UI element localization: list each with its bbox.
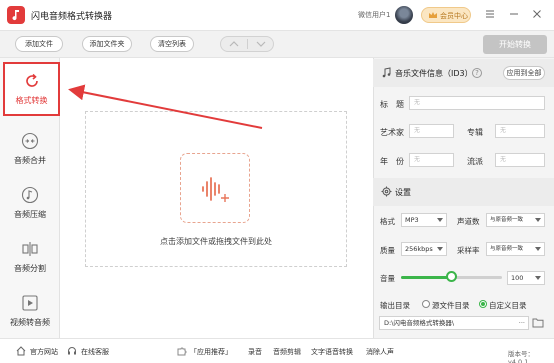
vocal-remove-link[interactable]: 消除人声 (366, 347, 394, 357)
reorder-buttons (220, 36, 274, 52)
puzzle-icon (177, 347, 187, 356)
output-path-field[interactable]: D:\闪电音频格式转换器\ ··· (379, 316, 529, 330)
chevron-down-icon (535, 218, 541, 222)
genre-label: 流派 (467, 157, 483, 166)
avatar[interactable] (395, 6, 413, 24)
move-down-button[interactable] (248, 37, 274, 51)
volume-slider-thumb[interactable] (446, 271, 457, 282)
sidebar-item-label: 格式转换 (15, 96, 48, 105)
channel-value: 与原音频一致 (490, 217, 524, 223)
chevron-down-icon (437, 218, 443, 222)
menu-icon[interactable] (484, 8, 496, 20)
vip-center-button[interactable]: 会员中心 (421, 7, 471, 23)
title-bar: 闪电音频格式转换器 微信用户1 会员中心 (0, 0, 554, 30)
crown-icon (429, 12, 437, 18)
sidebar-item-label: 音频合并 (14, 156, 46, 165)
channel-select[interactable]: 与原音频一致 (486, 213, 545, 227)
volume-value: 100 (511, 274, 524, 282)
folder-icon[interactable] (532, 317, 544, 328)
sidebar-item-label: 音频分割 (14, 264, 46, 273)
settings-section-header: 设置 (373, 178, 554, 206)
format-value: MP3 (405, 216, 419, 224)
add-audio-file-icon[interactable] (180, 153, 250, 223)
id3-section-title: 音乐文件信息（ID3） (395, 69, 473, 78)
sidebar-item-label: 音频压缩 (14, 210, 46, 219)
version-label: 版本号：v4.0.1 (508, 350, 534, 363)
genre-field[interactable]: 无 (495, 153, 545, 167)
format-select[interactable]: MP3 (401, 213, 447, 227)
minimize-icon[interactable] (508, 8, 520, 20)
split-icon (22, 242, 38, 256)
refresh-icon (26, 73, 38, 87)
add-folder-button[interactable]: 添加文件夹 (82, 36, 132, 52)
clear-list-button[interactable]: 清空列表 (150, 36, 194, 52)
settings-section-title: 设置 (395, 188, 411, 197)
home-icon (16, 346, 26, 356)
app-recommend-label: 「应用推荐」 (190, 348, 232, 356)
source-dir-label[interactable]: 源文件目录 (432, 300, 470, 311)
quality-label: 质量 (380, 246, 395, 255)
chevron-up-icon (229, 41, 239, 47)
custom-dir-label[interactable]: 自定义目录 (489, 300, 527, 311)
title-field[interactable]: 无 (409, 96, 545, 110)
output-path-value: D:\闪电音频格式转换器\ (384, 319, 455, 327)
format-label: 格式 (380, 217, 395, 226)
status-bar: 官方网站 在线客服 「应用推荐」 录音 音频剪辑 文字语音转换 消除人声 版本号… (0, 338, 554, 363)
merge-icon (21, 132, 39, 150)
video-play-icon (22, 295, 38, 311)
official-website-link[interactable]: 官方网站 (30, 347, 58, 357)
toolbar: 添加文件 添加文件夹 清空列表 开始转换 (0, 30, 554, 58)
quality-value: 256kbps (405, 245, 433, 253)
custom-dir-radio[interactable] (479, 300, 487, 308)
user-name[interactable]: 微信用户1 (358, 10, 390, 20)
output-dir-label: 输出目录 (380, 301, 410, 310)
move-up-button[interactable] (221, 37, 247, 51)
year-label: 年 份 (380, 157, 404, 166)
sample-rate-label: 采样率 (457, 246, 480, 255)
add-file-button[interactable]: 添加文件 (15, 36, 63, 52)
sample-rate-value: 与原音频一致 (490, 246, 524, 252)
gear-icon (381, 186, 392, 197)
sample-rate-select[interactable]: 与原音频一致 (486, 242, 545, 256)
sidebar-item-label: 视频转音频 (10, 318, 50, 327)
sidebar-item-video-to-audio[interactable]: 视频转音频 (0, 284, 60, 338)
chevron-down-icon (437, 247, 443, 251)
headset-icon (68, 347, 76, 355)
volume-label: 音量 (380, 274, 395, 283)
artist-field[interactable]: 无 (409, 124, 454, 138)
sidebar: 格式转换 音频合并 音频压缩 音频分割 视频转音频 (0, 58, 60, 338)
quality-select[interactable]: 256kbps (401, 242, 447, 256)
vip-center-label: 会员中心 (440, 12, 468, 20)
record-link[interactable]: 录音 (248, 347, 262, 357)
volume-select[interactable]: 100 (507, 271, 545, 285)
online-support-link[interactable]: 在线客服 (81, 347, 109, 357)
app-title: 闪电音频格式转换器 (31, 12, 113, 22)
help-icon[interactable]: ? (472, 68, 482, 78)
app-logo-icon (7, 6, 25, 24)
start-convert-button[interactable]: 开始转换 (483, 35, 547, 54)
music-note-icon (382, 67, 391, 78)
drop-hint: 点击添加文件或拖拽文件到此处 (160, 237, 272, 246)
sidebar-item-audio-merge[interactable]: 音频合并 (0, 122, 60, 176)
audio-edit-link[interactable]: 音频剪辑 (273, 347, 301, 357)
apply-all-button[interactable]: 应用到全部 (503, 66, 545, 80)
close-icon[interactable] (531, 8, 543, 20)
chevron-down-icon (535, 247, 541, 251)
channel-label: 声道数 (457, 217, 480, 226)
sidebar-item-format-convert[interactable]: 格式转换 (3, 62, 60, 116)
album-field[interactable]: 无 (495, 124, 545, 138)
text-speech-link[interactable]: 文字语音转换 (311, 347, 353, 357)
browse-dots-button[interactable]: ··· (519, 317, 525, 329)
sidebar-item-audio-split[interactable]: 音频分割 (0, 230, 60, 284)
volume-slider-fill (401, 276, 452, 279)
source-dir-radio[interactable] (422, 300, 430, 308)
chevron-down-icon (535, 276, 541, 280)
chevron-down-icon (256, 41, 266, 47)
title-label: 标 题 (380, 100, 404, 109)
sidebar-item-audio-compress[interactable]: 音频压缩 (0, 176, 60, 230)
music-note-icon (21, 186, 39, 204)
artist-label: 艺术家 (380, 128, 404, 137)
year-field[interactable]: 无 (409, 153, 454, 167)
album-label: 专辑 (467, 128, 483, 137)
